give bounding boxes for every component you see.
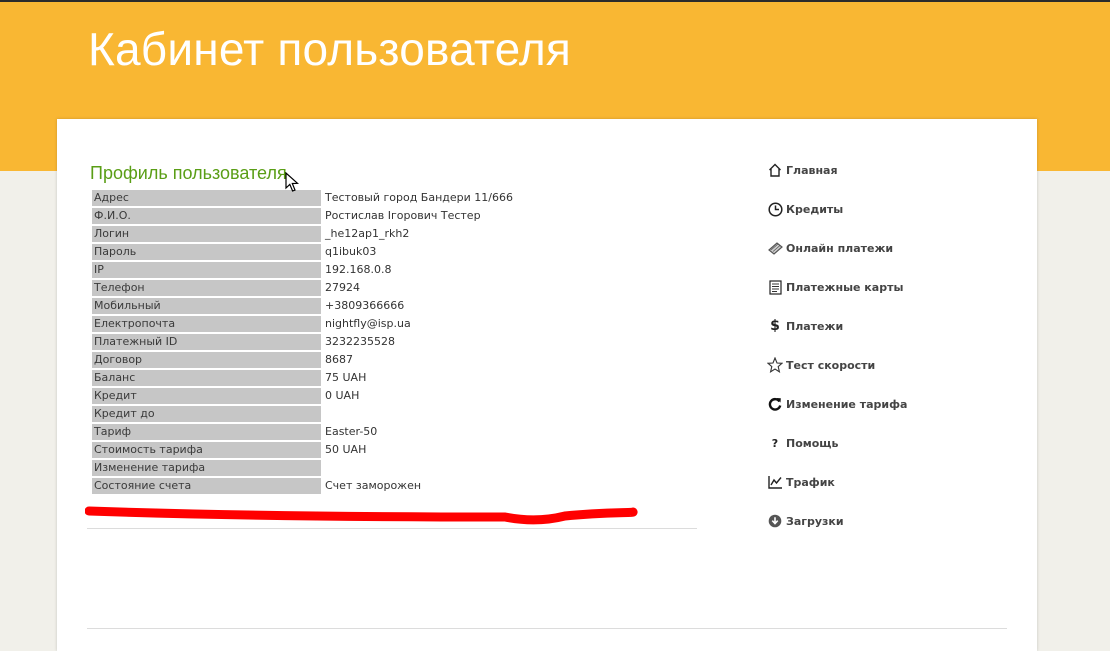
row-value: Ростислав Ігорович Тестер (323, 208, 547, 224)
row-value: q1ibuk03 (323, 244, 547, 260)
document-icon (767, 279, 783, 295)
row-value: Easter-50 (323, 424, 547, 440)
menu-item-label: Загрузки (786, 514, 844, 528)
row-label: Пароль (92, 244, 321, 260)
profile-table: Адрес Тестовый город Бандери 11/666 Ф.И.… (90, 188, 549, 496)
menu-item-label: Тест скорости (786, 358, 876, 372)
content-panel: Профиль пользователя Адрес Тестовый горо… (57, 119, 1037, 651)
row-value: 27924 (323, 280, 547, 296)
profile-title: Профиль пользователя (90, 163, 287, 183)
chart-icon (767, 474, 783, 490)
table-row: Кредит 0 UAH (92, 388, 547, 404)
row-value (323, 406, 547, 422)
menu-item-label: Платежные карты (786, 280, 904, 294)
row-label: Кредит (92, 388, 321, 404)
divider (87, 528, 697, 529)
row-label: Ф.И.О. (92, 208, 321, 224)
row-value: _he12ap1_rkh2 (323, 226, 547, 242)
row-value: Тестовый город Бандери 11/666 (323, 190, 547, 206)
menu-item-traffic[interactable]: Трафик (767, 471, 907, 493)
dollar-icon: $ (770, 318, 780, 334)
side-menu: Главная Кредиты Онлайн платежи Платежные… (767, 159, 907, 549)
menu-item-online-payments[interactable]: Онлайн платежи (767, 237, 907, 259)
row-value: Счет заморожен (323, 478, 547, 494)
table-row: Мобильный +3809366666 (92, 298, 547, 314)
row-label: Логин (92, 226, 321, 242)
row-value: 192.168.0.8 (323, 262, 547, 278)
table-row: Платежный ID 3232235528 (92, 334, 547, 350)
menu-item-label: Помощь (786, 436, 839, 450)
table-row: Адрес Тестовый город Бандери 11/666 (92, 190, 547, 206)
row-value: 50 UAH (323, 442, 547, 458)
row-label: Баланс (92, 370, 321, 386)
row-label: Мобильный (92, 298, 321, 314)
table-row: Состояние счета Счет заморожен (92, 478, 547, 494)
menu-item-label: Платежи (786, 319, 844, 333)
table-row: Кредит до (92, 406, 547, 422)
mouse-cursor-icon (285, 172, 300, 192)
row-label: Изменение тарифа (92, 460, 321, 476)
row-label: Платежный ID (92, 334, 321, 350)
row-label: Тариф (92, 424, 321, 440)
redaction-scribble (85, 506, 638, 525)
menu-item-change-tariff[interactable]: Изменение тарифа (767, 393, 907, 415)
row-value: 0 UAH (323, 388, 547, 404)
row-value: 75 UAH (323, 370, 547, 386)
menu-item-label: Главная (786, 163, 838, 177)
row-label: Кредит до (92, 406, 321, 422)
menu-item-credits[interactable]: Кредиты (767, 198, 907, 220)
row-label: Стоимость тарифа (92, 442, 321, 458)
table-row: IP 192.168.0.8 (92, 262, 547, 278)
divider (87, 628, 1007, 629)
menu-item-speed-test[interactable]: Тест скорости (767, 354, 907, 376)
table-row: Телефон 27924 (92, 280, 547, 296)
card-icon (767, 240, 783, 256)
row-value: +3809366666 (323, 298, 547, 314)
star-icon (767, 357, 783, 373)
menu-item-label: Кредиты (786, 202, 844, 216)
refresh-icon (767, 396, 783, 412)
menu-item-help[interactable]: ? Помощь (767, 432, 907, 454)
menu-item-label: Трафик (786, 475, 835, 489)
question-icon: ? (771, 436, 779, 450)
home-icon (767, 162, 783, 178)
table-row: Баланс 75 UAH (92, 370, 547, 386)
page-title: Кабинет пользователя (88, 23, 572, 75)
table-row: Логин _he12ap1_rkh2 (92, 226, 547, 242)
row-label: Телефон (92, 280, 321, 296)
row-label: Состояние счета (92, 478, 321, 494)
table-row: Стоимость тарифа 50 UAH (92, 442, 547, 458)
row-value (323, 460, 547, 476)
menu-item-downloads[interactable]: Загрузки (767, 510, 907, 532)
row-label: IP (92, 262, 321, 278)
table-row: Ф.И.О. Ростислав Ігорович Тестер (92, 208, 547, 224)
menu-item-payment-cards[interactable]: Платежные карты (767, 276, 907, 298)
table-row: Тариф Easter-50 (92, 424, 547, 440)
row-label: Електропочта (92, 316, 321, 332)
menu-item-label: Изменение тарифа (786, 397, 908, 411)
clock-icon (767, 201, 783, 217)
table-row: Изменение тарифа (92, 460, 547, 476)
row-value: nightfly@isp.ua (323, 316, 547, 332)
row-label: Договор (92, 352, 321, 368)
row-value: 3232235528 (323, 334, 547, 350)
row-value: 8687 (323, 352, 547, 368)
menu-item-home[interactable]: Главная (767, 159, 907, 181)
menu-item-payments[interactable]: $ Платежи (767, 315, 907, 337)
table-row: Пароль q1ibuk03 (92, 244, 547, 260)
table-row: Електропочта nightfly@isp.ua (92, 316, 547, 332)
download-icon (767, 513, 783, 529)
menu-item-label: Онлайн платежи (786, 241, 894, 255)
table-row: Договор 8687 (92, 352, 547, 368)
